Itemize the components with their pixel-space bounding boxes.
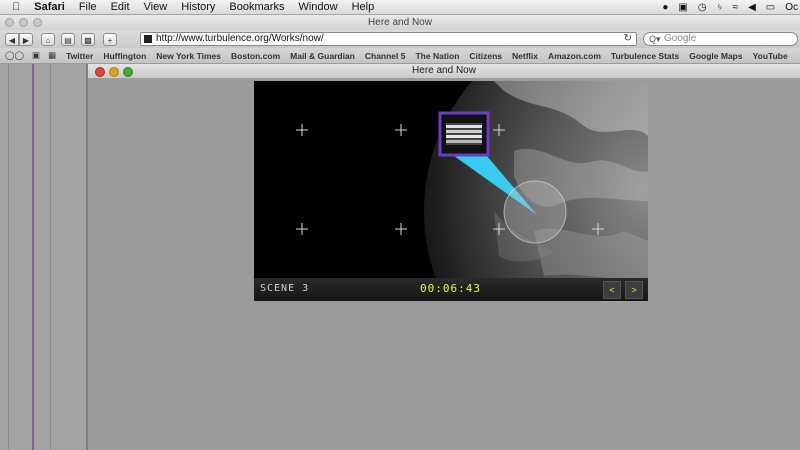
display-icon[interactable]: ▣ [678, 2, 687, 13]
time-machine-icon[interactable]: ◷ [698, 2, 707, 13]
topsites-button[interactable]: ▩ [81, 32, 95, 46]
bookmark-netflix[interactable]: Netflix [512, 51, 538, 61]
page-left-column [0, 64, 88, 450]
menu-status-area: ● ▣ ◷ ᛃ ≈ ◀ ▭ Oc [652, 0, 800, 14]
wifi-icon[interactable]: ≈ [733, 2, 739, 13]
timecode-display: 00:06:43 [420, 282, 481, 295]
address-bar-url: http://www.turbulence.org/Works/now/ [156, 33, 324, 44]
earth-view-image [254, 81, 648, 301]
menu-view[interactable]: View [144, 1, 168, 13]
popup-window-titlebar: Here and Now [88, 64, 800, 79]
bookmark-citizens[interactable]: Citizens [469, 51, 502, 61]
folder-icon: ▩ [84, 35, 92, 45]
browser-toolbar: ◀ ▶ ⌂ ▤ ▩ + http://www.turbulence.org/Wo… [0, 30, 800, 48]
page-divider [8, 64, 9, 450]
bookmark-google-maps[interactable]: Google Maps [689, 51, 742, 61]
top-sites-grid-icon[interactable]: ▦ [48, 50, 56, 61]
browser-window-title: Here and Now [368, 17, 432, 28]
bookmarks-bar: ◯◯ ▣ ▦ Twitter Huffington New York Times… [0, 48, 800, 64]
bookmark-huffington[interactable]: Huffington [103, 51, 146, 61]
site-favicon-icon [144, 35, 152, 43]
home-icon: ⌂ [45, 35, 51, 45]
clock[interactable]: Oc [785, 2, 798, 13]
window-minimize-button[interactable] [19, 18, 28, 27]
popup-zoom-button[interactable] [123, 67, 133, 77]
add-bookmark-button[interactable]: + [103, 32, 117, 46]
menu-help[interactable]: Help [352, 1, 375, 13]
bookmark-boston[interactable]: Boston.com [231, 51, 280, 61]
menu-bar:  Safari File Edit View History Bookmark… [0, 0, 800, 15]
bookmarks-book-icon[interactable]: ▣ [32, 50, 40, 61]
page-purple-rule [32, 64, 34, 450]
menu-safari[interactable]: Safari [34, 1, 65, 13]
reader-button[interactable]: ▤ [61, 32, 75, 46]
menu-bookmarks[interactable]: Bookmarks [229, 1, 284, 13]
bookmark-turbulence-stats[interactable]: Turbulence Stats [611, 51, 679, 61]
browser-titlebar: Here and Now [0, 15, 800, 30]
window-zoom-button[interactable] [33, 18, 42, 27]
zoom-inset-image [446, 123, 482, 145]
popup-window-title: Here and Now [412, 65, 476, 76]
menu-history[interactable]: History [181, 1, 215, 13]
bookmark-mail-guardian[interactable]: Mail & Guardian [290, 51, 355, 61]
menu-file[interactable]: File [79, 1, 97, 13]
video-stage[interactable] [254, 81, 648, 301]
bookmark-twitter[interactable]: Twitter [66, 51, 93, 61]
record-icon[interactable]: ● [662, 2, 668, 13]
back-button[interactable]: ◀ [5, 32, 19, 46]
next-scene-button[interactable]: > [625, 281, 643, 299]
bookmark-channel-5[interactable]: Channel 5 [365, 51, 406, 61]
reading-list-icon[interactable]: ◯◯ [5, 50, 24, 61]
bookmark-new-york-times[interactable]: New York Times [156, 51, 221, 61]
bookmark-the-nation[interactable]: The Nation [415, 51, 459, 61]
search-icon: Q▾ [649, 34, 661, 44]
battery-icon[interactable]: ▭ [766, 2, 775, 13]
bookmark-amazon[interactable]: Amazon.com [548, 51, 601, 61]
bookmark-youtube[interactable]: YouTube [753, 51, 788, 61]
reload-icon[interactable]: ↻ [624, 33, 632, 45]
reader-icon: ▤ [64, 35, 72, 45]
apple-menu-icon[interactable]:  [12, 1, 20, 13]
popup-minimize-button[interactable] [109, 67, 119, 77]
prev-scene-button[interactable]: < [603, 281, 621, 299]
player-controls: SCENE 3 00:06:43 < > [254, 278, 648, 301]
popup-close-button[interactable] [95, 67, 105, 77]
scene-label: SCENE 3 [260, 283, 310, 294]
search-placeholder: Google [664, 33, 697, 44]
menu-edit[interactable]: Edit [111, 1, 130, 13]
window-close-button[interactable] [5, 18, 14, 27]
address-bar[interactable]: http://www.turbulence.org/Works/now/ ↻ [140, 32, 637, 46]
search-field[interactable]: Q▾ Google [643, 32, 798, 46]
home-button[interactable]: ⌂ [41, 32, 55, 46]
page-divider [50, 64, 51, 450]
forward-button[interactable]: ▶ [19, 32, 33, 46]
plus-icon: + [107, 35, 113, 45]
menu-window[interactable]: Window [298, 1, 337, 13]
volume-icon[interactable]: ◀ [748, 2, 756, 13]
target-circle[interactable] [503, 180, 567, 244]
bluetooth-icon[interactable]: ᛃ [717, 2, 723, 13]
